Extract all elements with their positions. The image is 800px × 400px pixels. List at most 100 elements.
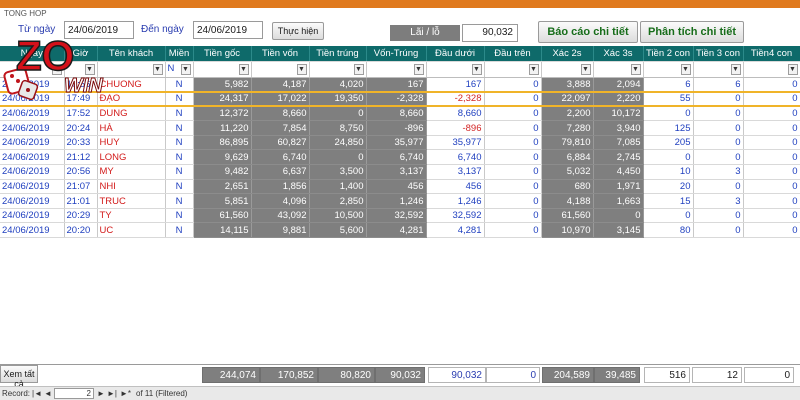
table-cell[interactable]: 9,482	[193, 164, 252, 180]
column-header[interactable]: Miền	[165, 46, 194, 62]
to-date-input[interactable]	[193, 21, 263, 39]
table-cell[interactable]: 0	[309, 149, 367, 166]
table-cell[interactable]: 3,940	[593, 120, 644, 136]
table-cell[interactable]: N	[165, 149, 194, 166]
table-cell[interactable]: 6	[643, 77, 694, 93]
table-cell[interactable]: 17:52	[64, 106, 98, 122]
chevron-down-icon[interactable]: ▼	[680, 64, 691, 75]
column-header[interactable]: Tiền4 con	[743, 46, 800, 62]
table-cell[interactable]: HÀ	[97, 120, 166, 136]
table-cell[interactable]: N	[165, 135, 194, 151]
table-cell[interactable]: 1,400	[309, 179, 367, 195]
table-cell[interactable]: 4,020	[309, 77, 367, 93]
table-cell[interactable]: 14,115	[193, 222, 252, 239]
table-cell[interactable]: 21:07	[64, 179, 98, 195]
table-cell[interactable]: 0	[643, 106, 694, 122]
table-cell[interactable]: 10,970	[541, 222, 594, 239]
table-row[interactable]: 24/06/2019 17:49 ĐẠO N 24,317 17,022 19,350 -2,…	[0, 90, 800, 108]
table-cell[interactable]: 5,851	[193, 193, 252, 209]
table-cell[interactable]: N	[165, 193, 194, 209]
column-filter[interactable]: ▼	[251, 61, 310, 78]
table-cell[interactable]: 0	[484, 222, 542, 239]
table-cell[interactable]: 2,651	[193, 179, 252, 195]
table-cell[interactable]: 0	[743, 120, 800, 136]
column-header[interactable]: Tiền 2 con	[643, 46, 694, 62]
table-cell[interactable]: 8,750	[309, 120, 367, 136]
table-row[interactable]: 24/06/2019 20:24 HÀ N 11,220 7,854 8,750 -896 -8…	[0, 120, 800, 136]
table-cell[interactable]: 0	[693, 208, 744, 224]
table-cell[interactable]: 20:33	[64, 135, 98, 151]
table-cell[interactable]: 125	[643, 120, 694, 136]
table-cell[interactable]: 35,977	[426, 135, 485, 151]
table-cell[interactable]: 3	[693, 164, 744, 180]
table-cell[interactable]: 0	[743, 164, 800, 180]
table-cell[interactable]: 22,097	[541, 90, 594, 108]
table-cell[interactable]: 35,977	[366, 135, 427, 151]
chevron-down-icon[interactable]: ▼	[238, 64, 249, 75]
column-filter[interactable]: ▼	[541, 61, 594, 78]
table-cell[interactable]: 24/06/2019	[0, 193, 65, 209]
table-cell[interactable]: 4,187	[251, 77, 310, 93]
column-header[interactable]: Tiền trúng	[309, 46, 367, 62]
nav-prev-button[interactable]: ◄	[44, 389, 52, 398]
table-cell[interactable]: 43,092	[251, 208, 310, 224]
table-cell[interactable]: 5,600	[309, 222, 367, 239]
table-cell[interactable]: 10	[643, 164, 694, 180]
table-cell[interactable]: 0	[484, 135, 542, 151]
table-cell[interactable]: 3,145	[593, 222, 644, 239]
table-cell[interactable]: 2,220	[593, 90, 644, 108]
table-cell[interactable]: 0	[643, 208, 694, 224]
table-cell[interactable]: 86,895	[193, 135, 252, 151]
table-cell[interactable]: 4,096	[251, 193, 310, 209]
table-cell[interactable]: 2,745	[593, 149, 644, 166]
table-cell[interactable]: TY	[97, 208, 166, 224]
table-cell[interactable]: 0	[484, 193, 542, 209]
table-cell[interactable]: 24/06/2019	[0, 208, 65, 224]
table-cell[interactable]: 4,281	[426, 222, 485, 239]
table-cell[interactable]: -896	[366, 120, 427, 136]
nav-next-button[interactable]: ►	[97, 389, 105, 398]
table-cell[interactable]: 2,200	[541, 106, 594, 122]
table-cell[interactable]: 0	[693, 149, 744, 166]
table-cell[interactable]: 20:24	[64, 120, 98, 136]
table-cell[interactable]: 0	[743, 179, 800, 195]
table-cell[interactable]: 24/06/2019	[0, 135, 65, 151]
table-cell[interactable]: N	[165, 77, 194, 93]
table-cell[interactable]: 6,637	[251, 164, 310, 180]
table-cell[interactable]: 0	[693, 135, 744, 151]
table-cell[interactable]: 6,740	[366, 149, 427, 166]
column-filter[interactable]: ▼	[743, 61, 800, 78]
column-filter[interactable]: ▼	[643, 61, 694, 78]
table-cell[interactable]: -2,328	[366, 90, 427, 108]
table-cell[interactable]: 21:12	[64, 149, 98, 166]
table-cell[interactable]: 1,663	[593, 193, 644, 209]
table-cell[interactable]: HUY	[97, 135, 166, 151]
table-cell[interactable]: 1,246	[426, 193, 485, 209]
table-cell[interactable]: 24,317	[193, 90, 252, 108]
nav-new-button[interactable]: ►*	[120, 389, 131, 398]
table-cell[interactable]: 0	[743, 135, 800, 151]
column-header[interactable]: Đầu trên	[484, 46, 542, 62]
column-header[interactable]: Tiền 3 con	[693, 46, 744, 62]
table-cell[interactable]: 24/06/2019	[0, 179, 65, 195]
chevron-down-icon[interactable]: ▼	[152, 64, 163, 75]
table-row[interactable]: 24/06/2019 20:29 TY N 61,560 43,092 10,500 32,5…	[0, 208, 800, 224]
column-header[interactable]: Tiền gốc	[193, 46, 252, 62]
table-cell[interactable]: 8,660	[366, 106, 427, 122]
chevron-down-icon[interactable]: ▼	[580, 64, 591, 75]
table-cell[interactable]: 24/06/2019	[0, 149, 65, 166]
chevron-down-icon[interactable]: ▼	[353, 64, 364, 75]
table-row[interactable]: 24/06/2019 21:01 TRUC N 5,851 4,096 2,850 1,246…	[0, 193, 800, 209]
table-cell[interactable]: 456	[366, 179, 427, 195]
table-cell[interactable]: 20:29	[64, 208, 98, 224]
table-cell[interactable]: 3,500	[309, 164, 367, 180]
table-cell[interactable]: 10,172	[593, 106, 644, 122]
table-cell[interactable]: 61,560	[541, 208, 594, 224]
chevron-down-icon[interactable]: ▼	[630, 64, 641, 75]
table-cell[interactable]: 2,850	[309, 193, 367, 209]
table-cell[interactable]: 6,884	[541, 149, 594, 166]
table-cell[interactable]: -896	[426, 120, 485, 136]
table-cell[interactable]: 1,856	[251, 179, 310, 195]
table-cell[interactable]: N	[165, 208, 194, 224]
chevron-down-icon[interactable]: ▼	[528, 64, 539, 75]
